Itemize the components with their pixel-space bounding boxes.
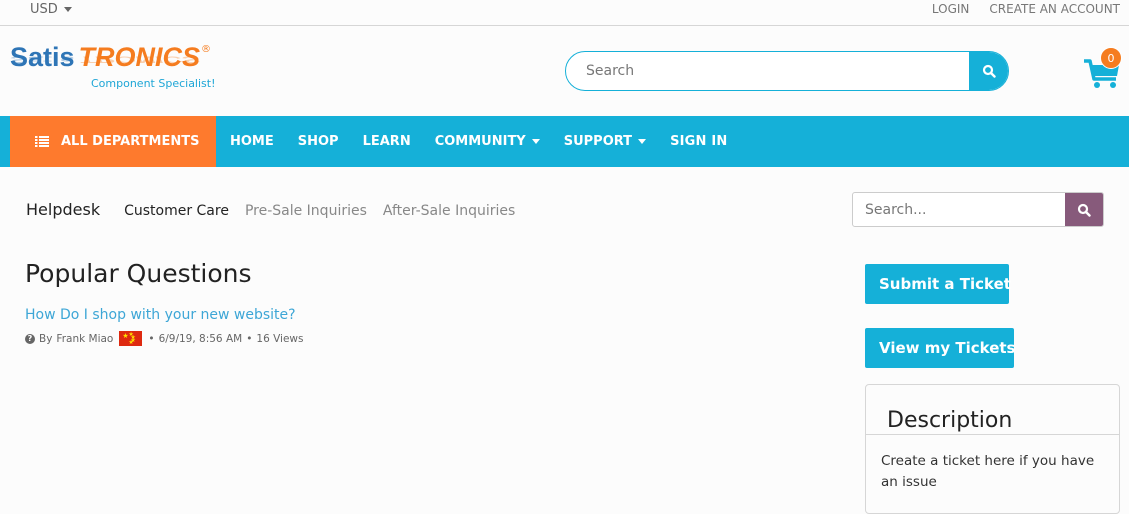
nav-item-support[interactable]: SUPPORT [563, 134, 647, 149]
all-departments-label: ALL DEPARTMENTS [61, 134, 200, 149]
nav-item-label: HOME [230, 134, 274, 149]
description-title: Description [866, 385, 1119, 435]
tab-customer-care[interactable]: Customer Care [124, 203, 229, 219]
nav-item-label: LEARN [362, 134, 411, 149]
currency-label: USD [30, 2, 58, 17]
nav-menu: HOME SHOP LEARN COMMUNITY SUPPORT SIGN I… [230, 116, 751, 167]
search-icon [1077, 203, 1091, 217]
view-tickets-button[interactable]: View my Tickets [865, 328, 1015, 368]
create-account-link[interactable]: CREATE AN ACCOUNT [989, 2, 1120, 16]
nav-item-sign-in[interactable]: SIGN IN [670, 134, 727, 149]
meta-separator: • [246, 332, 253, 345]
account-links: LOGIN CREATE AN ACCOUNT [932, 2, 1120, 16]
main-search-button[interactable] [969, 52, 1008, 90]
helpdesk-search-input[interactable] [853, 193, 1065, 226]
description-card: Description Create a ticket here if you … [865, 384, 1120, 514]
section-title: Popular Questions [25, 259, 252, 288]
helpdesk-search-button[interactable] [1065, 193, 1103, 226]
chevron-down-icon [638, 139, 647, 144]
nav-item-community[interactable]: COMMUNITY [435, 134, 540, 149]
all-departments-button[interactable]: ALL DEPARTMENTS [10, 116, 216, 167]
submit-ticket-button[interactable]: Submit a Ticket [865, 264, 1011, 304]
brand-logo[interactable]: Satis TRONICS Satis TRONICS ® Component Sp… [10, 42, 216, 97]
login-link[interactable]: LOGIN [932, 2, 970, 16]
tab-pre-sale-inquiries[interactable]: Pre-Sale Inquiries [245, 203, 367, 219]
question-circle-icon: ? [25, 333, 35, 344]
question-meta: ? By Frank Miao ★ ★ ★ ★ ★ • 6/9/19, 8:56 AM … [25, 331, 304, 346]
author-prefix: By [39, 332, 53, 345]
question-views: 16 Views [256, 332, 304, 345]
main-search-bar [565, 51, 1009, 91]
question-link[interactable]: How Do I shop with your new website? [25, 307, 296, 323]
registered-mark: ® [201, 44, 211, 55]
logo-tagline: Component Specialist! [91, 77, 216, 90]
author-name: Frank Miao [56, 332, 114, 345]
question-date: 6/9/19, 8:56 AM [158, 332, 243, 345]
chevron-down-icon [63, 7, 72, 12]
nav-item-shop[interactable]: SHOP [298, 134, 339, 149]
nav-item-home[interactable]: HOME [230, 134, 274, 149]
tab-after-sale-inquiries[interactable]: After-Sale Inquiries [383, 203, 515, 219]
nav-item-label: SIGN IN [670, 134, 728, 149]
main-navigation: ALL DEPARTMENTS HOME SHOP LEARN COMMUNIT… [0, 116, 1129, 167]
top-bar: USD LOGIN CREATE AN ACCOUNT [0, 0, 1129, 26]
logo-reflection: Satis TRONICS [10, 55, 200, 66]
description-text: Create a ticket here if you have an issu… [881, 453, 1095, 490]
nav-item-label: COMMUNITY [434, 134, 526, 149]
helpdesk-nav: Helpdesk Customer Care Pre-Sale Inquirie… [26, 200, 531, 219]
meta-separator: • [148, 332, 155, 345]
helpdesk-search-bar [852, 192, 1104, 227]
china-flag-icon: ★ ★ ★ ★ ★ [119, 331, 143, 346]
logo-reflection-tronics: TRONICS [78, 54, 201, 66]
search-icon [982, 64, 996, 78]
main-search-input[interactable] [566, 52, 969, 90]
nav-item-label: SUPPORT [563, 134, 633, 149]
nav-item-learn[interactable]: LEARN [363, 134, 411, 149]
currency-selector[interactable]: USD [30, 2, 72, 17]
list-icon [35, 136, 49, 147]
cart-button[interactable]: 0 [1082, 47, 1122, 89]
chevron-down-icon [531, 139, 540, 144]
logo-reflection-satis: Satis [10, 54, 75, 66]
helpdesk-title[interactable]: Helpdesk [26, 200, 100, 219]
nav-item-label: SHOP [297, 134, 339, 149]
cart-count-badge: 0 [1100, 47, 1122, 69]
